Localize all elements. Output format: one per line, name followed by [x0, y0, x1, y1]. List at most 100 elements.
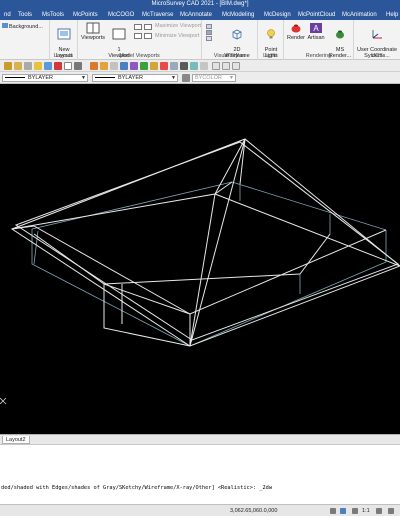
pan-icon[interactable]: [150, 62, 158, 70]
model-viewports-group: Viewports 1 Viewport Maximize Viewport M…: [78, 20, 202, 60]
wireframe-model: [0, 138, 400, 405]
background-icon: [2, 23, 8, 28]
visual-styles-group: 2D Wireframe Visual Styles: [202, 20, 258, 60]
command-history-line: ded/shaded with Edges/shades of Gray/SKe…: [1, 485, 273, 491]
blank-tool-icon[interactable]: [232, 62, 240, 70]
minimize-viewport-button[interactable]: Minimize Viewport: [155, 33, 200, 39]
background-group: Background...: [0, 20, 50, 60]
named-views-icon[interactable]: [190, 62, 198, 70]
layer-tool-icon[interactable]: [24, 62, 32, 70]
chevron-down-icon: ▼: [81, 75, 86, 81]
layouts-group: New Layout Layouts: [50, 20, 78, 60]
plot-style-select[interactable]: BYCOLOR ▼: [192, 74, 236, 82]
menu-item[interactable]: MsTools: [42, 12, 64, 18]
menu-item[interactable]: McTraverse: [142, 12, 173, 18]
match-layer-icon[interactable]: [90, 62, 98, 70]
teapot-icon: [291, 24, 301, 33]
workspace-icon[interactable]: [376, 508, 382, 514]
linetype-preview: [5, 77, 25, 79]
layer-state-icon[interactable]: [14, 62, 22, 70]
ribbon: Background... New Layout Layouts Viewpor…: [0, 20, 400, 60]
blank-tool-icon[interactable]: [212, 62, 220, 70]
grid-icon[interactable]: [340, 508, 346, 514]
menu-item[interactable]: Tools: [18, 12, 32, 18]
viewports-icon: [86, 22, 100, 34]
freeze-icon[interactable]: [44, 62, 52, 70]
viewport-layout-icon[interactable]: [144, 33, 152, 39]
light-icon[interactable]: [34, 62, 42, 70]
unisolate-icon[interactable]: [120, 62, 128, 70]
base-edges: [31, 181, 387, 347]
ucs-axes-icon: [372, 30, 382, 39]
chevron-down-icon: ▼: [229, 75, 234, 81]
single-viewport-icon: [112, 28, 126, 40]
menu-item[interactable]: McPoints: [73, 12, 98, 18]
status-bar: 3,062.65,060.0,000 1:1: [0, 504, 400, 516]
maximize-viewport-button[interactable]: Maximize Viewport: [155, 23, 201, 29]
model-viewports-label: Model Viewports: [119, 53, 160, 59]
layouts-label: Layouts: [53, 53, 74, 59]
properties-bar: BYLAYER ▼ BYLAYER ▼ BYCOLOR ▼: [0, 72, 400, 84]
menu-item[interactable]: McAnnotate: [180, 12, 212, 18]
annotation-scale[interactable]: 1:1: [362, 508, 370, 514]
menu-item[interactable]: McDesign: [264, 12, 291, 18]
walk-icon[interactable]: [130, 62, 138, 70]
drawing-viewport[interactable]: [0, 84, 400, 434]
cube-icon: [232, 29, 242, 40]
layer-icon[interactable]: [4, 62, 12, 70]
ucs-group: User Coordinate Systems... UCS: [354, 20, 400, 60]
menu-bar: nd Tools MsTools McPoints McCOGO McTrave…: [0, 10, 400, 20]
light-bulb-icon: [267, 29, 275, 39]
artisan-icon: A: [310, 23, 322, 33]
lights-group: Point Light Lights: [258, 20, 284, 60]
viewport-layout-icon[interactable]: [134, 24, 142, 30]
tab-layout2[interactable]: Layout2: [2, 436, 30, 444]
blank-tool-icon[interactable]: [222, 62, 230, 70]
annotation-icon[interactable]: [352, 508, 358, 514]
customize-icon[interactable]: [388, 508, 394, 514]
zoom-icon[interactable]: [160, 62, 168, 70]
ucs-cursor-icon: [0, 397, 7, 405]
ucs-label: UCS: [371, 53, 383, 59]
artisan-button[interactable]: A Artisan: [306, 22, 326, 41]
snap-icon[interactable]: [330, 508, 336, 514]
menu-item[interactable]: nd: [4, 12, 11, 18]
menu-item[interactable]: Help: [386, 12, 398, 18]
regen-icon[interactable]: [200, 62, 208, 70]
background-button[interactable]: Background...: [2, 23, 43, 30]
rendering-label: Rendering: [305, 53, 332, 59]
coordinates-readout: 3,062.65,060.0,000: [230, 508, 278, 514]
menu-item[interactable]: McCOGO: [108, 12, 134, 18]
menu-item[interactable]: McPointCloud: [298, 12, 335, 18]
render-button[interactable]: Render: [286, 22, 306, 41]
isolate-icon[interactable]: [110, 62, 118, 70]
view-icon[interactable]: [170, 62, 178, 70]
orbit-icon[interactable]: [140, 62, 148, 70]
previous-layer-icon[interactable]: [100, 62, 108, 70]
layout-tabs: Layout2: [0, 434, 400, 444]
lights-label: Lights: [263, 53, 278, 59]
title-bar: MicroSurvey CAD 2021 - [BIM.dwg*]: [0, 0, 400, 10]
rendering-group: Render A Artisan MS Render... Rendering: [284, 20, 354, 60]
viewport-layout-icon[interactable]: [144, 24, 152, 30]
new-layout-icon: [57, 28, 71, 40]
lineweight-preview: [95, 77, 115, 79]
visual-style-swatches: [206, 24, 214, 44]
quick-toolbar: [0, 60, 400, 72]
chevron-down-icon: ▼: [171, 75, 176, 81]
color-icon[interactable]: [64, 62, 72, 70]
roof-edges: [10, 138, 400, 347]
linetype-select[interactable]: BYLAYER ▼: [2, 74, 88, 82]
lock-icon[interactable]: [54, 62, 62, 70]
viewports-button[interactable]: Viewports: [80, 22, 106, 41]
lineweight-select[interactable]: BYLAYER ▼: [92, 74, 178, 82]
ms-render-icon: [336, 30, 344, 39]
menu-item[interactable]: McModeling: [222, 12, 254, 18]
command-window[interactable]: ded/shaded with Edges/shades of Gray/SKe…: [0, 444, 400, 504]
settings-icon[interactable]: [180, 62, 188, 70]
menu-item[interactable]: McAnimation: [342, 12, 377, 18]
print-style-icon[interactable]: [182, 74, 190, 82]
viewport-layout-icon[interactable]: [134, 33, 142, 39]
layer-dropdown-icon[interactable]: [74, 62, 82, 70]
window-title: MicroSurvey CAD 2021 - [BIM.dwg*]: [151, 1, 249, 7]
